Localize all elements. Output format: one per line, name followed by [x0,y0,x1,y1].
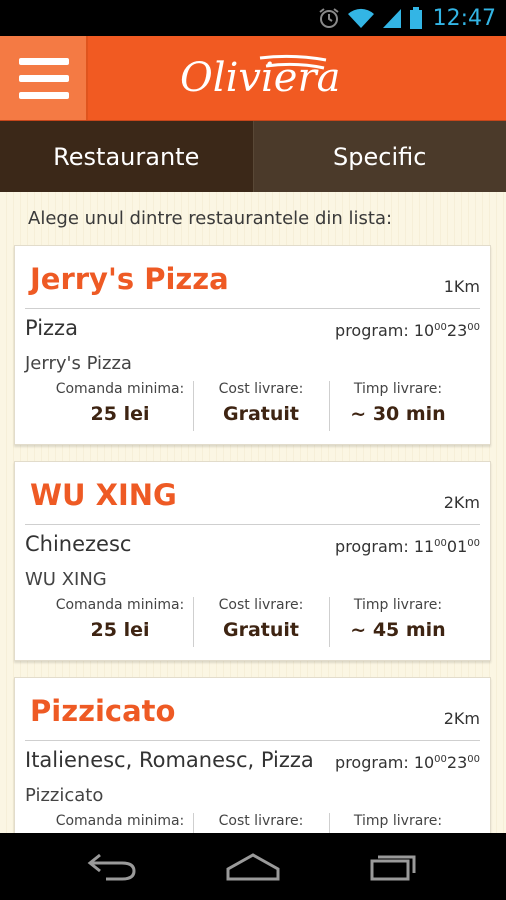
system-nav-bar [0,833,506,900]
column-separator [329,381,330,431]
list-intro-text: Alege unul dintre restaurantele din list… [28,208,393,229]
restaurant-subtitle: Pizzicato [25,785,104,806]
back-icon[interactable] [86,849,138,883]
restaurant-card[interactable]: Pizzicato 2Km Italienesc, Romanesc, Pizz… [14,677,491,833]
action-bar: Oliviera [0,36,506,121]
delivery-time: Timp livrare: [353,813,443,829]
restaurant-distance: 2Km [443,493,480,512]
min-order: Comanda minima: 25 lei [55,597,185,641]
restaurant-name: Jerry's Pizza [30,262,229,296]
alarm-icon [318,8,339,28]
signal-icon [382,9,401,28]
tab-specific[interactable]: Specific [252,121,506,192]
delivery-time: Timp livrare: ~ 30 min [350,381,446,425]
recent-apps-icon[interactable] [368,849,420,883]
menu-icon-bar [19,92,69,99]
status-clock: 12:47 [432,5,496,31]
restaurant-card[interactable]: Jerry's Pizza 1Km Pizza program: 1000230… [14,245,491,445]
restaurant-program: program: 11000100 [335,537,480,556]
card-divider [25,740,480,741]
card-divider [25,524,480,525]
restaurant-card[interactable]: WU XING 2Km Chinezesc program: 11000100 … [14,461,491,661]
restaurant-subtitle: Jerry's Pizza [25,353,132,374]
battery-icon [409,7,422,29]
delivery-info: Comanda minima: 25 lei Cost livrare: Gra… [15,597,492,647]
column-separator [329,597,330,647]
delivery-time: Timp livrare: ~ 45 min [350,597,446,641]
delivery-cost: Cost livrare: Gratuit [218,381,304,425]
column-separator [329,813,330,833]
column-separator [193,813,194,833]
delivery-cost: Cost livrare: [218,813,304,829]
home-icon[interactable] [224,849,282,883]
delivery-cost: Cost livrare: Gratuit [218,597,304,641]
delivery-info: Comanda minima: Cost livrare: Timp livra… [15,813,492,833]
delivery-info: Comanda minima: 25 lei Cost livrare: Gra… [15,381,492,431]
min-order: Comanda minima: 25 lei [55,381,185,425]
restaurant-cuisine: Italienesc, Romanesc, Pizza [25,748,314,772]
restaurant-program: program: 10002300 [335,321,480,340]
restaurant-cuisine: Pizza [25,316,78,340]
logo-swoosh-icon [259,54,327,70]
tab-restaurante[interactable]: Restaurante [0,121,253,192]
menu-icon [19,58,69,65]
menu-button[interactable] [0,36,88,120]
restaurant-subtitle: WU XING [25,569,107,590]
restaurant-distance: 1Km [443,277,480,296]
restaurant-list[interactable]: Alege unul dintre restaurantele din list… [0,192,506,833]
restaurant-name: Pizzicato [30,694,176,728]
column-separator [193,597,194,647]
restaurant-program: program: 10002300 [335,753,480,772]
restaurant-distance: 2Km [443,709,480,728]
card-divider [25,308,480,309]
restaurant-cuisine: Chinezesc [25,532,132,556]
restaurant-name: WU XING [30,478,177,512]
tab-bar: Restaurante Specific [0,121,506,192]
menu-icon-bar [19,75,69,82]
wifi-icon [347,8,374,28]
min-order: Comanda minima: [55,813,185,829]
status-bar: 12:47 [0,0,506,36]
app-logo: Oliviera [180,54,341,101]
column-separator [193,381,194,431]
